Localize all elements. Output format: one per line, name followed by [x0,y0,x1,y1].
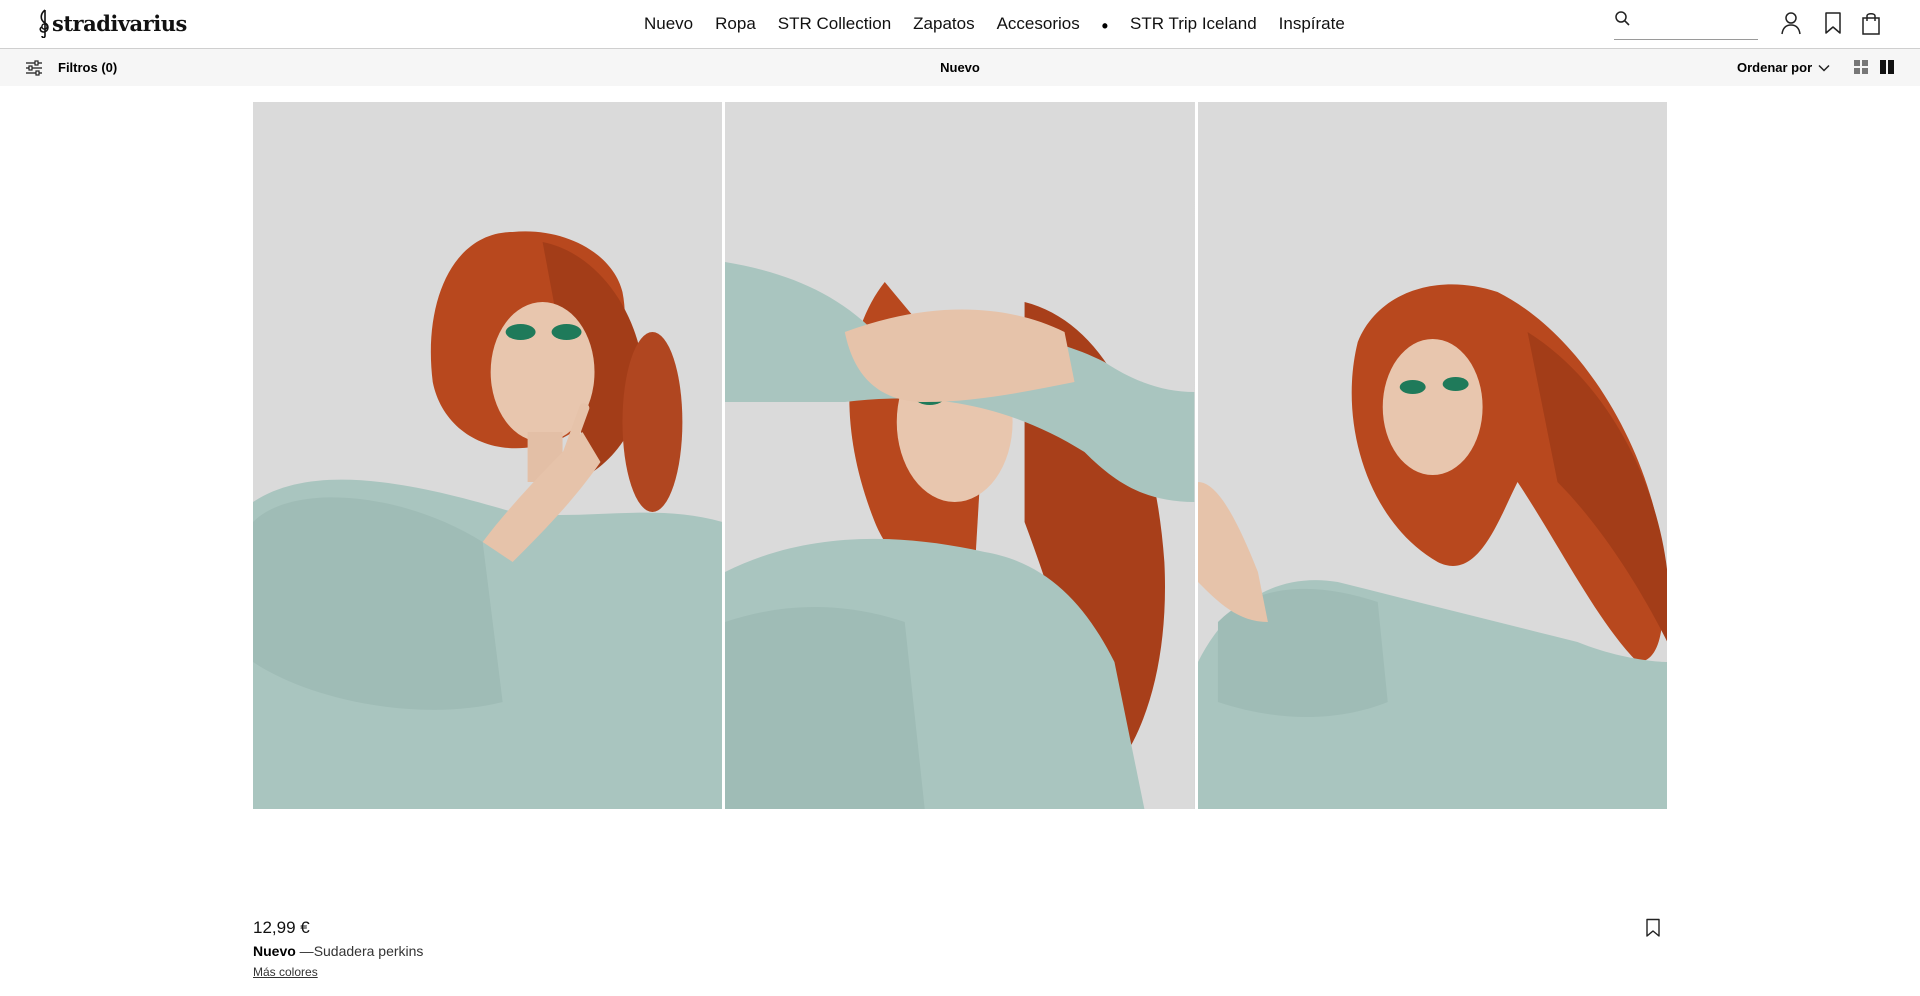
brand-logo[interactable]: stradivarius [37,6,187,40]
grid-large-view-icon[interactable] [1879,59,1895,75]
product-new-tag: Nuevo [253,943,296,959]
search-input[interactable] [1638,9,1756,37]
nav-item-str-collection[interactable]: STR Collection [778,14,891,34]
treble-clef-logo-icon [39,9,49,38]
product-price: 12,99 € [253,918,310,937]
listing-toolbar: Filtros (0) Nuevo Ordenar por [0,49,1920,86]
chevron-down-icon [1818,64,1830,72]
grid-small-view-icon[interactable] [1853,59,1869,75]
model-arm-raised-illustration [725,102,1195,809]
add-to-wishlist-icon[interactable] [1645,918,1661,938]
nav-item-nuevo[interactable]: Nuevo [644,14,693,34]
product-photo-3[interactable] [1197,102,1667,809]
site-header: stradivarius Nuevo Ropa STR Collection Z… [0,0,1920,49]
nav-item-zapatos[interactable]: Zapatos [913,14,974,34]
filter-sliders-icon [26,59,42,76]
product-title[interactable]: Nuevo —Sudadera perkins [253,943,423,959]
nav-item-inspirate[interactable]: Inspírate [1279,14,1345,34]
nav-item-accesorios[interactable]: Accesorios [997,14,1080,34]
sort-label: Ordenar por [1737,60,1813,75]
page-title: Nuevo [940,60,980,75]
product-photo-2[interactable] [725,102,1195,809]
search-box [1614,9,1758,40]
product-photo-1[interactable] [253,102,723,809]
search-icon[interactable] [1614,10,1632,28]
shopping-bag-icon[interactable] [1859,10,1883,36]
brand-name: stradivarius [52,10,187,36]
filters-label: Filtros (0) [58,60,118,75]
product-name: Sudadera perkins [313,943,424,959]
nav-item-str-trip-iceland[interactable]: STR Trip Iceland [1130,14,1257,34]
nav-separator-dot: • [1101,15,1109,36]
model-shushing-illustration [253,102,723,809]
sort-dropdown[interactable]: Ordenar por [1737,49,1830,86]
product-image-gallery [253,102,1667,809]
more-colors-link[interactable]: Más colores [253,965,318,979]
model-looking-back-illustration [1197,102,1667,809]
filters-button[interactable]: Filtros (0) [25,49,117,86]
main-nav: Nuevo Ropa STR Collection Zapatos Acceso… [644,0,1367,48]
bookmark-icon[interactable] [1821,10,1845,36]
nav-item-ropa[interactable]: Ropa [715,14,756,34]
user-icon[interactable] [1779,10,1803,36]
product-separator: — [295,943,314,959]
